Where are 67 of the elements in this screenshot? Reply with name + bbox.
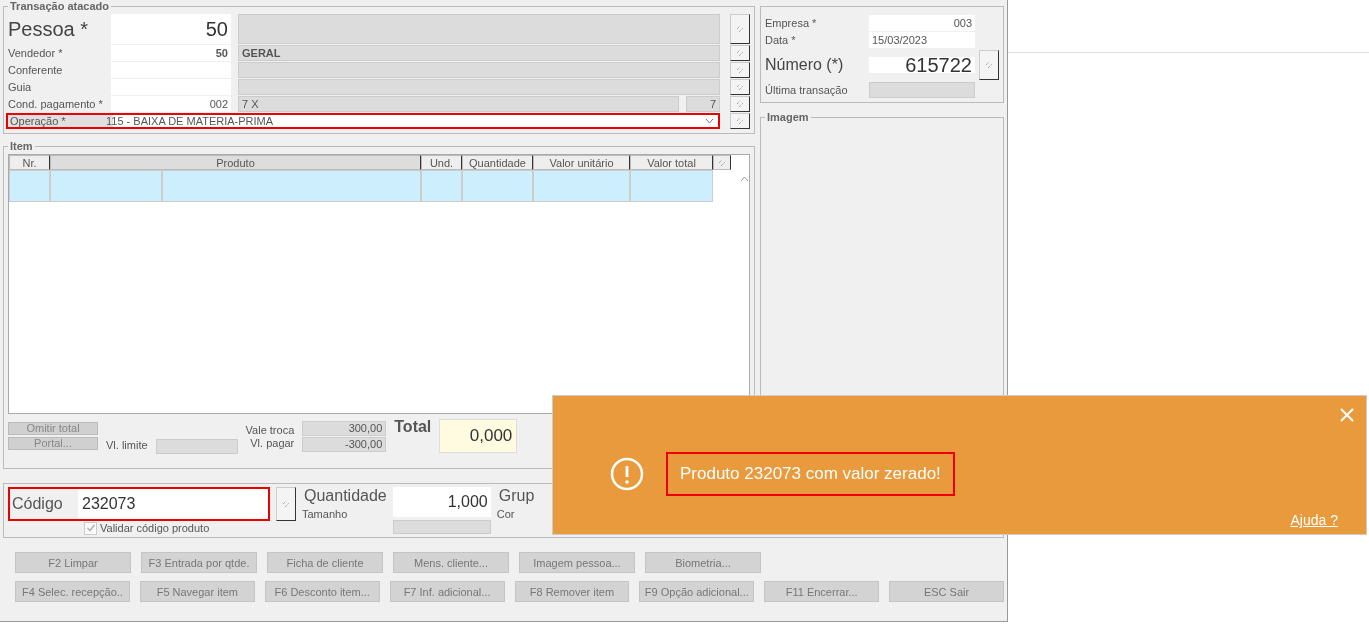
column-header[interactable]: Valor unitário: [533, 155, 630, 170]
lookup-button[interactable]: [730, 79, 750, 95]
value-field: -300,00: [302, 436, 387, 452]
field-label: Última transação: [765, 84, 849, 96]
company-field[interactable]: 003: [869, 15, 975, 31]
help-link[interactable]: Ajuda ?: [1290, 512, 1338, 528]
checkbox-label[interactable]: Validar código produto: [100, 522, 210, 534]
lookup-button[interactable]: [979, 50, 999, 80]
panel-button[interactable]: Omitir total: [8, 422, 98, 435]
quantity-field[interactable]: 1,000: [392, 487, 491, 517]
column-header[interactable]: Nr.: [9, 155, 50, 170]
lookup-button[interactable]: [730, 45, 750, 61]
field-label: Quantidade: [303, 487, 387, 505]
field-label: Vl. limite: [106, 439, 148, 451]
code-input[interactable]: Código 232073: [8, 487, 270, 521]
field-label: Tamanho: [302, 508, 349, 520]
value-field: 7: [686, 96, 720, 112]
field-label: Número (*): [765, 56, 845, 74]
warning-icon: [610, 457, 644, 491]
dots-icon: [736, 49, 744, 57]
notification-message: Produto 232073 com valor zerado!: [666, 452, 955, 496]
scroll-up-icon[interactable]: [739, 176, 749, 182]
column-header[interactable]: Quantidade: [462, 155, 533, 170]
validate-checkbox[interactable]: [84, 521, 97, 535]
lookup-button[interactable]: [730, 96, 750, 112]
dots-icon: [985, 61, 993, 69]
field-label: Conferente: [8, 64, 64, 76]
dots-icon: [282, 500, 290, 508]
column-header[interactable]: Und.: [421, 155, 462, 170]
lookup-button[interactable]: [276, 487, 296, 521]
column-header[interactable]: Produto: [50, 155, 421, 170]
field-label: Pessoa *: [8, 17, 90, 41]
code-field[interactable]: 50: [111, 45, 231, 61]
field-label: Vale troca: [245, 423, 295, 436]
dots-icon: [736, 117, 744, 125]
code-field[interactable]: 50: [111, 14, 231, 44]
total-field: 0,000: [439, 419, 518, 453]
dots-icon: [736, 83, 744, 91]
section-title: Imagem: [766, 111, 810, 123]
lookup-button[interactable]: [730, 62, 750, 78]
date-field[interactable]: 15/03/2023: [869, 32, 975, 48]
section-title: Item: [9, 140, 34, 152]
number-field[interactable]: 615722: [869, 57, 975, 73]
operation-dropdown[interactable]: Operação * 115 - BAIXA DE MATERIA-PRIMA: [6, 113, 720, 129]
lookup-button[interactable]: [730, 113, 750, 129]
code-field[interactable]: 002: [111, 96, 231, 112]
name-field: GERAL: [238, 45, 720, 61]
column-header[interactable]: Valor total: [630, 155, 713, 170]
column-settings-icon[interactable]: [713, 155, 731, 170]
field-label: Cor: [496, 508, 516, 520]
field-label: Guia: [8, 81, 33, 93]
field-label: Vl. pagar: [250, 436, 295, 449]
dots-icon: [736, 66, 744, 74]
lookup-button[interactable]: [730, 14, 750, 44]
caret-icon: [705, 118, 714, 124]
field-label: Data *: [765, 34, 797, 46]
dots-icon: [736, 100, 744, 108]
field-label: Empresa *: [765, 17, 818, 29]
value-field: 300,00: [302, 420, 387, 436]
dots-icon: [736, 25, 744, 33]
panel-button[interactable]: Portal...: [8, 437, 98, 450]
field-label: Vendedor *: [8, 47, 64, 59]
total-label: Total: [394, 418, 432, 436]
field-label: Cond. pagamento *: [8, 98, 104, 110]
name-field: 7 X: [238, 96, 679, 112]
section-title: Transação atacado: [9, 0, 111, 12]
field-label: Grup: [497, 487, 535, 505]
